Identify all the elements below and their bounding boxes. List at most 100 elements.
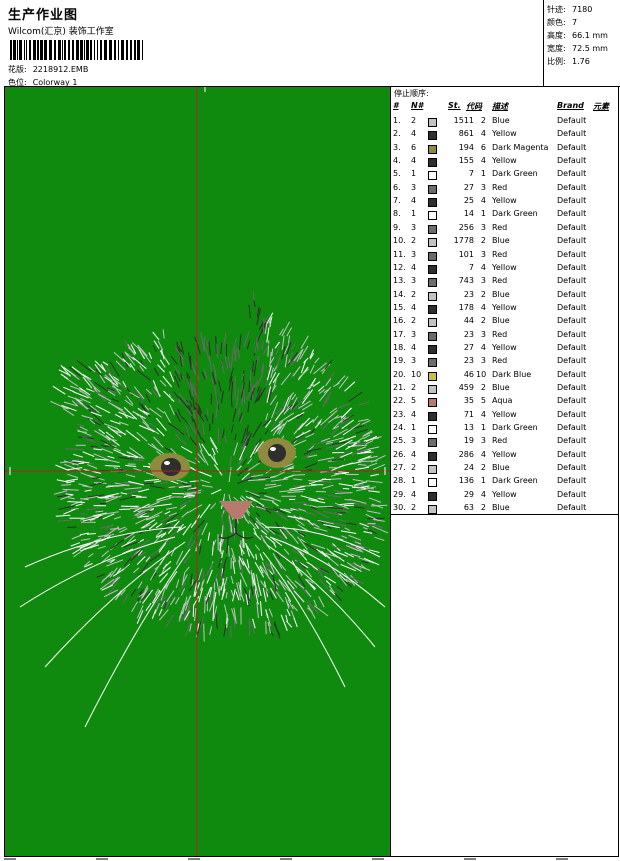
row-code: 5 [480, 396, 486, 406]
row-code: 1 [480, 169, 486, 179]
row-code: 10 [476, 369, 487, 379]
row-stitches: 63 [463, 503, 474, 513]
stat-label: 比例: [547, 57, 566, 66]
stat-width: 宽度: 72.5 mm [547, 43, 608, 54]
stat-value: 7180 [572, 5, 593, 14]
color-row: 24. 1 13 1 Dark Green Default [391, 423, 618, 436]
row-needle: 3 [411, 329, 417, 339]
row-description: Yellow [492, 489, 517, 499]
stat-scale: 比例: 1.76 [547, 56, 590, 67]
row-description: Blue [492, 236, 510, 246]
row-stitches: 459 [458, 383, 474, 392]
row-needle: 4 [411, 129, 417, 139]
row-stitches: 23 [463, 289, 474, 299]
row-stitches: 23 [463, 329, 474, 339]
row-stitches: 136 [458, 476, 474, 486]
row-needle: 4 [411, 156, 417, 166]
row-needle: 3 [411, 436, 417, 446]
row-number: 25. [393, 436, 406, 446]
color-swatch [428, 425, 437, 435]
color-swatch [428, 358, 437, 368]
row-number: 8. [393, 209, 401, 219]
color-swatch [428, 144, 437, 154]
color-row: 4. 4 155 4 Yellow Default [391, 156, 618, 169]
color-row: 8. 1 14 1 Dark Green Default [391, 209, 618, 222]
stat-value: 1.76 [572, 57, 590, 66]
color-swatch [428, 264, 437, 274]
row-code: 2 [480, 383, 486, 392]
color-row: 27. 2 24 2 Blue Default [391, 463, 618, 476]
row-description: Dark Blue [492, 369, 532, 379]
row-description: Yellow [492, 302, 517, 312]
row-number: 28. [393, 476, 406, 486]
row-needle: 2 [411, 116, 417, 125]
color-row: 14. 2 23 2 Blue Default [391, 290, 618, 303]
pattern-info: 花版: 2218912.EMB [8, 64, 88, 75]
cat-left-eye [150, 453, 190, 481]
row-brand: Default [557, 329, 587, 339]
row-code: 3 [480, 329, 486, 339]
row-needle: 6 [411, 142, 417, 152]
row-brand: Default [557, 449, 587, 459]
stat-value: 72.5 mm [572, 44, 608, 53]
row-code: 3 [480, 222, 486, 232]
footer-ticks [4, 858, 620, 860]
row-number: 22. [393, 396, 406, 406]
row-code: 4 [480, 262, 486, 272]
row-brand: Default [557, 156, 587, 166]
color-swatch [428, 344, 437, 354]
row-code: 6 [480, 142, 486, 152]
row-stitches: 71 [463, 409, 474, 419]
row-description: Dark Green [492, 476, 538, 486]
color-swatch [428, 158, 437, 168]
row-stitches: 27 [463, 182, 474, 192]
color-row: 3. 6 194 6 Dark Magenta Default [391, 143, 618, 156]
row-brand: Default [557, 489, 587, 499]
stat-label: 宽度: [547, 44, 566, 53]
row-number: 18. [393, 342, 406, 352]
color-row: 19. 3 23 3 Red Default [391, 356, 618, 369]
row-description: Yellow [492, 196, 517, 206]
row-code: 2 [480, 289, 486, 299]
row-code: 4 [480, 156, 486, 166]
row-code: 3 [480, 436, 486, 446]
row-code: 1 [480, 476, 486, 486]
row-code: 4 [480, 489, 486, 499]
list-divider [391, 514, 618, 515]
document-header: 生产作业图 Wilcom(汇京) 装饰工作室 花版: 2218912.EMB 色位… [4, 2, 540, 87]
row-brand: Default [557, 209, 587, 219]
row-brand: Default [557, 383, 587, 392]
stat-colors: 颜色: 7 [547, 17, 577, 28]
color-row: 9. 3 256 3 Red Default [391, 223, 618, 236]
row-brand: Default [557, 236, 587, 246]
row-needle: 2 [411, 383, 417, 392]
row-description: Red [492, 329, 508, 339]
row-code: 2 [480, 503, 486, 513]
row-description: Red [492, 436, 508, 446]
stop-sequence-title: 停止顺序: [394, 89, 429, 98]
row-brand: Default [557, 369, 587, 379]
color-row: 6. 3 27 3 Red Default [391, 183, 618, 196]
color-row: 17. 3 23 3 Red Default [391, 330, 618, 343]
color-swatch [428, 331, 437, 341]
row-brand: Default [557, 316, 587, 326]
row-code: 2 [480, 116, 486, 125]
row-brand: Default [557, 342, 587, 352]
row-description: Yellow [492, 409, 517, 419]
row-description: Yellow [492, 156, 517, 166]
color-swatch [428, 438, 437, 448]
row-brand: Default [557, 222, 587, 232]
row-description: Red [492, 356, 508, 366]
row-number: 10. [393, 236, 406, 246]
color-swatch [428, 278, 437, 288]
row-number: 11. [393, 249, 406, 259]
color-row: 2. 4 861 4 Yellow Default [391, 129, 618, 142]
row-brand: Default [557, 196, 587, 206]
color-row: 21. 2 459 2 Blue Default [391, 383, 618, 396]
header-needle: N# [411, 101, 424, 110]
row-brand: Default [557, 463, 587, 473]
row-number: 23. [393, 409, 406, 419]
row-stitches: 13 [463, 423, 474, 433]
row-needle: 2 [411, 236, 417, 246]
row-stitches: 286 [458, 449, 474, 459]
